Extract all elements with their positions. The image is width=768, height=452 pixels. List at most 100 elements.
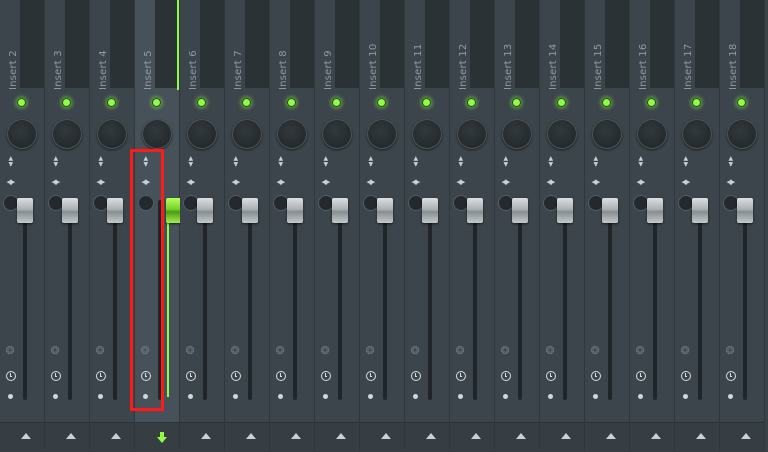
volume-knob-icon[interactable] [52,119,82,149]
volume-knob-icon[interactable] [502,119,532,149]
volume-fader-handle[interactable] [556,198,573,223]
fader-track[interactable] [742,200,747,400]
fader-track[interactable] [652,200,657,400]
mute-led-icon[interactable] [107,98,116,107]
record-dot-icon[interactable] [682,394,688,399]
latency-clock-icon[interactable] [95,371,106,381]
mute-led-icon[interactable] [242,98,251,107]
swap-lr-icon[interactable]: ◀▶ [232,177,241,187]
swap-lr-icon[interactable]: ◀▶ [502,177,511,187]
route-arrow-icon[interactable] [20,433,31,439]
bulb-icon[interactable]: ❂ [96,344,105,357]
stereo-separation-icon[interactable]: ▲ ▼ [279,156,284,168]
strip-name-area[interactable]: Insert 11 [405,0,449,90]
latency-clock-icon[interactable] [410,371,421,381]
latency-clock-icon[interactable] [5,371,16,381]
bulb-icon[interactable]: ❂ [636,344,645,357]
mute-led-icon[interactable] [197,98,206,107]
stereo-separation-icon[interactable]: ▲ ▼ [324,156,329,168]
fader-track[interactable] [337,200,342,400]
strip-name-area[interactable]: Insert 2 [0,0,44,90]
record-dot-icon[interactable] [277,394,283,399]
volume-knob-icon[interactable] [232,119,262,149]
route-arrow-down-icon[interactable] [156,432,167,444]
swap-lr-icon[interactable]: ◀▶ [457,177,466,187]
mixer-strip[interactable]: Insert 16 ▲ ▼ ◀▶ ❂ [630,0,675,452]
swap-lr-icon[interactable]: ◀▶ [7,177,16,187]
mute-led-icon[interactable] [152,98,161,107]
strip-name-area[interactable]: Insert 4 [90,0,134,90]
mute-led-icon[interactable] [287,98,296,107]
swap-lr-icon[interactable]: ◀▶ [142,177,151,187]
mixer-strip[interactable]: Insert 5 ▲ ▼ ◀▶ ❂ [135,0,182,452]
mute-led-icon[interactable] [602,98,611,107]
strip-name-area[interactable]: Insert 3 [45,0,89,90]
mute-led-icon[interactable] [512,98,521,107]
volume-knob-icon[interactable] [682,119,712,149]
bulb-icon[interactable]: ❂ [141,344,150,357]
volume-knob-icon[interactable] [637,119,667,149]
latency-clock-icon[interactable] [680,371,691,381]
volume-knob-icon[interactable] [277,119,307,149]
route-arrow-icon[interactable] [605,433,616,439]
swap-lr-icon[interactable]: ◀▶ [187,177,196,187]
mute-led-icon[interactable] [647,98,656,107]
swap-lr-icon[interactable]: ◀▶ [637,177,646,187]
record-dot-icon[interactable] [412,394,418,399]
mixer-strip[interactable]: Insert 3 ▲ ▼ ◀▶ ❂ [45,0,90,452]
fader-track[interactable] [472,200,477,400]
volume-knob-icon[interactable] [187,119,217,149]
mute-led-icon[interactable] [422,98,431,107]
mixer-strip[interactable]: Insert 6 ▲ ▼ ◀▶ ❂ [180,0,225,452]
mute-led-icon[interactable] [377,98,386,107]
mute-led-icon[interactable] [557,98,566,107]
latency-clock-icon[interactable] [455,371,466,381]
latency-clock-icon[interactable] [635,371,646,381]
swap-lr-icon[interactable]: ◀▶ [592,177,601,187]
fader-track[interactable] [157,200,162,400]
fader-track[interactable] [292,200,297,400]
mixer-strip[interactable]: Insert 15 ▲ ▼ ◀▶ ❂ [585,0,630,452]
record-dot-icon[interactable] [727,394,733,399]
bulb-icon[interactable]: ❂ [186,344,195,357]
fader-track[interactable] [562,200,567,400]
bulb-icon[interactable]: ❂ [321,344,330,357]
bulb-icon[interactable]: ❂ [276,344,285,357]
stereo-separation-icon[interactable]: ▲ ▼ [369,156,374,168]
mute-led-icon[interactable] [62,98,71,107]
record-dot-icon[interactable] [52,394,58,399]
fader-track[interactable] [382,200,387,400]
volume-fader-handle[interactable] [331,198,348,223]
fader-track[interactable] [112,200,117,400]
latency-clock-icon[interactable] [185,371,196,381]
fader-track[interactable] [697,200,702,400]
route-arrow-icon[interactable] [560,433,571,439]
volume-fader-handle[interactable] [511,198,528,223]
stereo-separation-icon[interactable]: ▲ ▼ [729,156,734,168]
strip-name-area[interactable]: Insert 8 [270,0,314,90]
volume-fader-handle[interactable] [646,198,663,223]
mixer-strip[interactable]: Insert 18 ▲ ▼ ◀▶ ❂ [720,0,765,452]
bulb-icon[interactable]: ❂ [231,344,240,357]
volume-knob-icon[interactable] [592,119,622,149]
bulb-icon[interactable]: ❂ [6,344,15,357]
mute-led-icon[interactable] [692,98,701,107]
swap-lr-icon[interactable]: ◀▶ [52,177,61,187]
stereo-separation-icon[interactable]: ▲ ▼ [594,156,599,168]
stereo-separation-icon[interactable]: ▲ ▼ [639,156,644,168]
fader-track[interactable] [22,200,27,400]
strip-name-area[interactable]: Insert 13 [495,0,539,90]
stereo-separation-icon[interactable]: ▲ ▼ [549,156,554,168]
stereo-separation-icon[interactable]: ▲ ▼ [99,156,104,168]
volume-knob-icon[interactable] [97,119,127,149]
stereo-separation-icon[interactable]: ▲ ▼ [504,156,509,168]
volume-knob-icon[interactable] [142,119,172,149]
bulb-icon[interactable]: ❂ [366,344,375,357]
record-dot-icon[interactable] [7,394,13,399]
record-dot-icon[interactable] [187,394,193,399]
fader-track[interactable] [517,200,522,400]
swap-lr-icon[interactable]: ◀▶ [277,177,286,187]
route-arrow-icon[interactable] [335,433,346,439]
fader-track[interactable] [67,200,72,400]
mixer-strip[interactable]: Insert 17 ▲ ▼ ◀▶ ❂ [675,0,720,452]
